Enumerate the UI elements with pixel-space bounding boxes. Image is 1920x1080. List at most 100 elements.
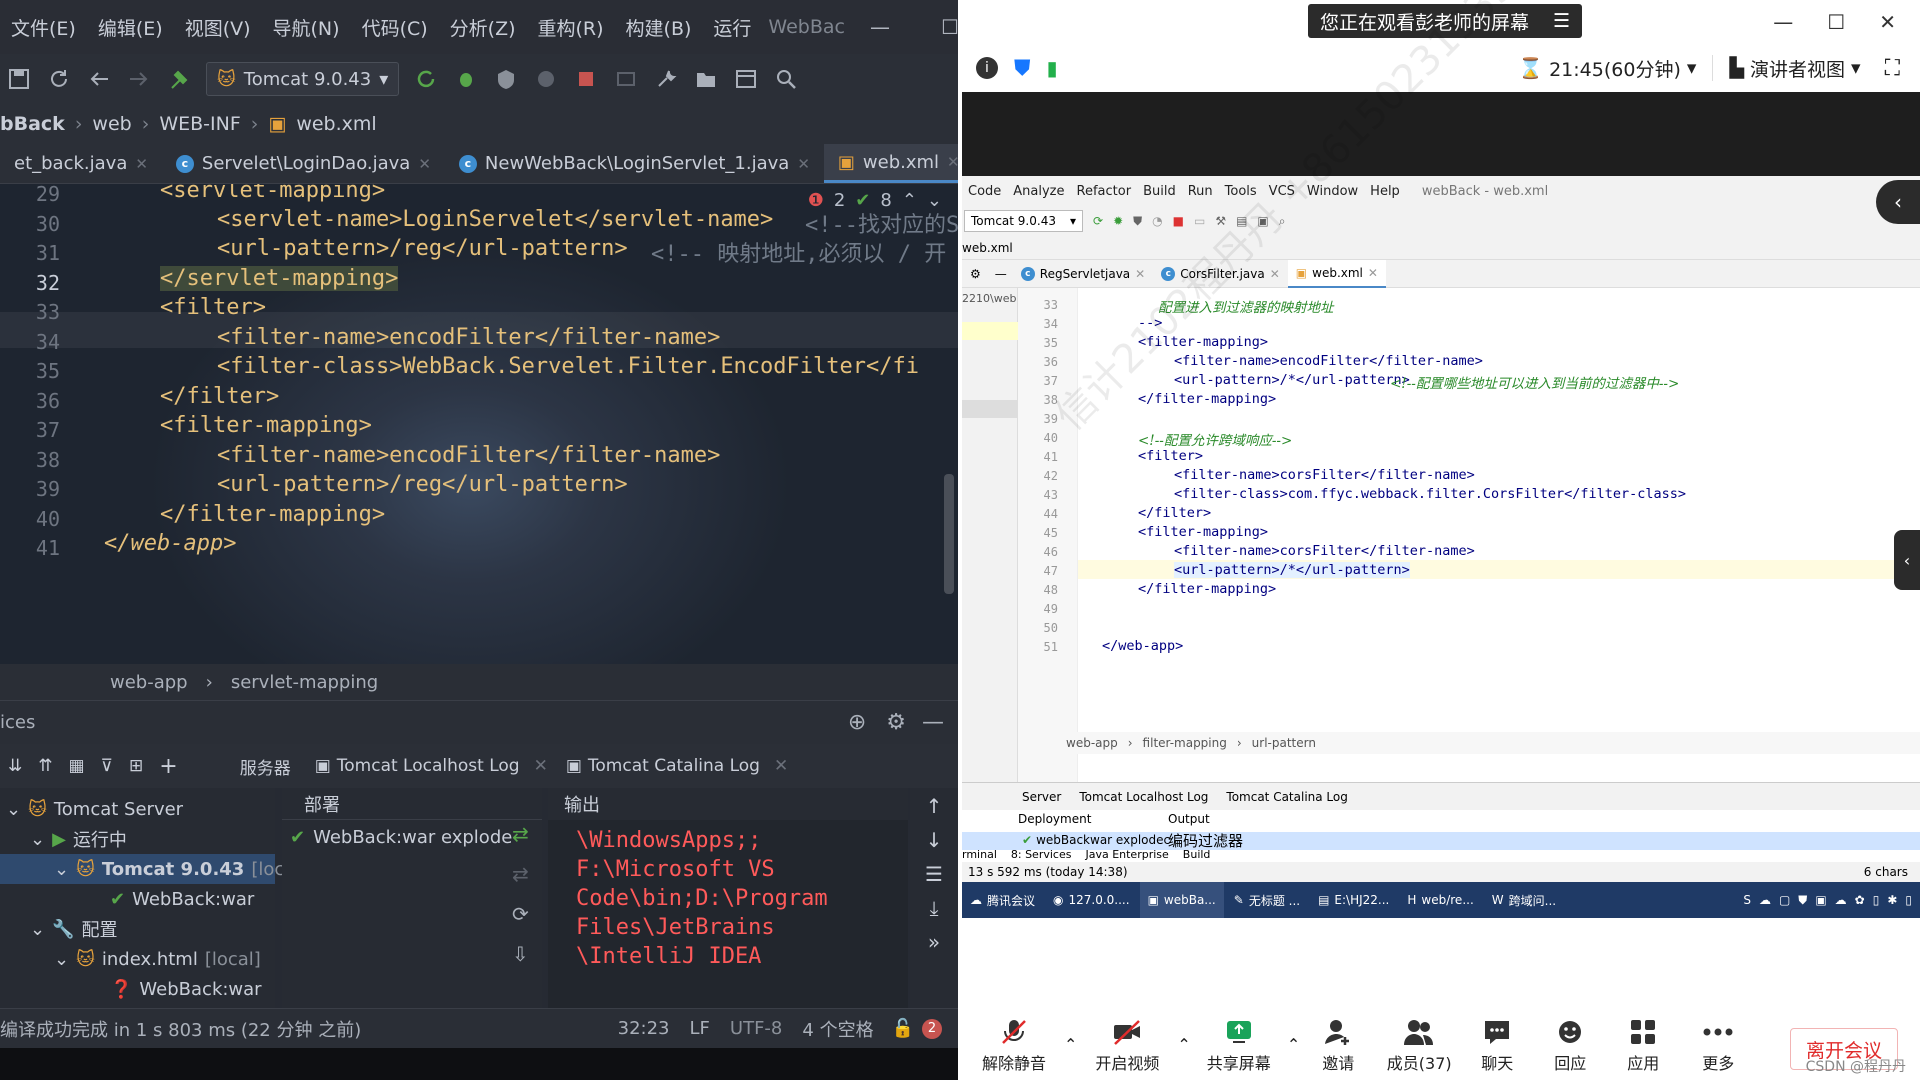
tree-node-index[interactable]: ⌄ 🐱 index.html [local] bbox=[54, 944, 261, 974]
meeting-timer[interactable]: 21:45(60分钟) bbox=[1543, 55, 1687, 82]
crumb-web-app[interactable]: web-app bbox=[110, 672, 188, 693]
filter-icon[interactable]: ⊽ bbox=[93, 756, 121, 776]
target-icon[interactable]: ⊕ bbox=[838, 710, 876, 735]
menu-analyze[interactable]: 分析(Z) bbox=[439, 14, 527, 41]
menu-file[interactable]: 文件(E) bbox=[0, 14, 87, 41]
menu-view[interactable]: 视图(V) bbox=[174, 14, 262, 41]
stop-icon[interactable] bbox=[573, 66, 599, 92]
tab-catalina-log[interactable]: Tomcat Catalina Log bbox=[582, 756, 766, 776]
chevron-up-icon[interactable]: ⌃ bbox=[1177, 1035, 1190, 1080]
menu-run[interactable]: 运行 bbox=[702, 14, 762, 41]
menu-edit[interactable]: 编辑(E) bbox=[87, 14, 174, 41]
deploy-icon[interactable]: ⇄ bbox=[512, 822, 529, 846]
undeploy-icon[interactable]: ⇄ bbox=[512, 862, 529, 886]
close-icon[interactable]: ✕ bbox=[797, 155, 810, 173]
scroll-down-icon[interactable]: ↓ bbox=[926, 828, 943, 852]
chevron-up-icon[interactable]: ⌃ bbox=[1064, 1035, 1077, 1080]
collapse-all-icon[interactable]: ⇈ bbox=[30, 756, 60, 776]
settings-wrench-icon[interactable] bbox=[653, 66, 679, 92]
tab-back-java[interactable]: et_back.java ✕ bbox=[0, 144, 162, 183]
view-mode-select[interactable]: 演讲者视图 bbox=[1744, 55, 1851, 82]
deployment-item[interactable]: ✔ WebBack:war explode bbox=[282, 820, 542, 854]
update-icon[interactable]: ⇩ bbox=[512, 942, 529, 966]
expand-all-icon[interactable]: ⇊ bbox=[0, 756, 30, 776]
tree-node-tomcat-instance[interactable]: ⌄ 🐱 Tomcat 9.0.43 [loca bbox=[0, 854, 295, 884]
tree-node-running[interactable]: ⌄ ▶ 运行中 bbox=[30, 824, 127, 854]
unmute-button[interactable]: 解除静音 bbox=[964, 1008, 1064, 1080]
back-arrow-icon[interactable] bbox=[86, 66, 112, 92]
start-video-button[interactable]: 开启视频 bbox=[1077, 1008, 1177, 1080]
close-icon[interactable]: ✕ bbox=[418, 155, 431, 173]
profile-icon[interactable] bbox=[533, 66, 559, 92]
tree-node-config[interactable]: ⌄ 🔧 配置 bbox=[30, 914, 118, 944]
coverage-icon[interactable] bbox=[493, 66, 519, 92]
project-structure-icon[interactable] bbox=[693, 66, 719, 92]
invite-button[interactable]: 邀请 bbox=[1300, 1008, 1376, 1080]
lock-icon[interactable]: 🔓 bbox=[884, 1018, 922, 1039]
signal-icon[interactable]: ▮ bbox=[1047, 56, 1058, 80]
indent-setting[interactable]: 4 个空格 bbox=[792, 1016, 883, 1042]
menu-build[interactable]: 构建(B) bbox=[615, 14, 703, 41]
rerun-icon[interactable] bbox=[413, 66, 439, 92]
chevron-down-icon[interactable]: ▾ bbox=[1687, 57, 1697, 79]
crumb-file[interactable]: web.xml bbox=[296, 113, 376, 135]
file-encoding[interactable]: UTF-8 bbox=[720, 1018, 792, 1039]
info-icon[interactable]: i bbox=[976, 57, 998, 79]
run-configuration-select[interactable]: 🐱 Tomcat 9.0.43 ▾ bbox=[206, 62, 400, 96]
fullscreen-icon[interactable]: ⛶ bbox=[1861, 56, 1920, 81]
more-button[interactable]: 更多 bbox=[1678, 1008, 1758, 1080]
debug-bug-icon[interactable] bbox=[453, 66, 479, 92]
code-editor[interactable]: ❶2 ✔8 ⌃⌄ 28 29 30 31 32 33 34 35 36 37 3… bbox=[0, 184, 958, 664]
chat-button[interactable]: 聊天 bbox=[1462, 1008, 1532, 1080]
crumb-webinf[interactable]: WEB-INF bbox=[159, 113, 240, 135]
tree-node-artifact-2[interactable]: ❓ WebBack:war bbox=[110, 974, 262, 1004]
add-icon[interactable]: + bbox=[151, 754, 185, 779]
chevron-down-icon[interactable]: ▾ bbox=[1851, 57, 1861, 79]
close-icon[interactable]: ✕ bbox=[947, 153, 958, 171]
maximize-icon[interactable]: ☐ bbox=[1827, 10, 1845, 34]
shield-icon[interactable]: ⛊ bbox=[1014, 56, 1031, 81]
close-icon[interactable]: ✕ bbox=[526, 756, 556, 776]
tab-webxml[interactable]: ▣ web.xml ✕ bbox=[823, 144, 958, 183]
caret-position[interactable]: 32:23 bbox=[608, 1018, 680, 1039]
menu-code[interactable]: 代码(C) bbox=[351, 14, 439, 41]
close-icon[interactable]: ✕ bbox=[135, 155, 148, 173]
minimize-icon[interactable]: — bbox=[1773, 10, 1793, 34]
refresh-icon[interactable] bbox=[46, 66, 72, 92]
tab-logindao[interactable]: c Servelet\LoginDao.java ✕ bbox=[162, 144, 445, 183]
maximize-icon[interactable]: ☐ bbox=[915, 15, 958, 39]
line-separator[interactable]: LF bbox=[680, 1018, 720, 1039]
minimize-icon[interactable]: — bbox=[845, 15, 915, 39]
crumb-servlet-mapping[interactable]: servlet-mapping bbox=[231, 672, 378, 693]
react-button[interactable]: 回应 bbox=[1532, 1008, 1608, 1080]
share-screen-button[interactable]: 共享屏幕 bbox=[1191, 1008, 1287, 1080]
search-icon[interactable] bbox=[773, 66, 799, 92]
crumb-project[interactable]: bBack bbox=[0, 113, 65, 135]
apps-button[interactable]: 应用 bbox=[1608, 1008, 1678, 1080]
members-button[interactable]: 成员(37) bbox=[1376, 1008, 1462, 1080]
gear-icon[interactable]: ⚙ bbox=[876, 710, 916, 735]
scroll-up-icon[interactable]: ↑ bbox=[926, 794, 943, 818]
tab-server[interactable]: 服务器 bbox=[226, 754, 305, 779]
collapse-panel-icon[interactable]: ‹ bbox=[1876, 180, 1920, 224]
tree-node-artifact[interactable]: ✔ WebBack:war bbox=[110, 884, 254, 914]
scroll-to-end-icon[interactable]: ⤓ bbox=[930, 896, 939, 920]
menu-navigate[interactable]: 导航(N) bbox=[262, 14, 351, 41]
output-console[interactable]: 输出 \WindowsApps;; F:\Microsoft VS Code\b… bbox=[548, 788, 908, 1008]
crumb-web[interactable]: web bbox=[92, 113, 131, 135]
redeploy-icon[interactable]: ⟳ bbox=[512, 902, 529, 926]
hide-panel-icon[interactable]: — bbox=[916, 710, 958, 735]
tree-node-tomcat-server[interactable]: ⌄ 🐱 Tomcat Server bbox=[6, 794, 183, 824]
menu-icon[interactable]: ☰ bbox=[1553, 10, 1570, 32]
new-tab-icon[interactable]: ⊞ bbox=[121, 756, 151, 776]
editor-scrollbar[interactable] bbox=[944, 474, 954, 594]
layout-icon[interactable] bbox=[733, 66, 759, 92]
close-icon[interactable]: ✕ bbox=[766, 756, 796, 776]
build-hammer-icon[interactable] bbox=[166, 66, 192, 92]
side-drawer-handle-icon[interactable]: ‹ bbox=[1894, 530, 1920, 590]
forward-arrow-icon[interactable] bbox=[126, 66, 152, 92]
notification-badge[interactable]: 2 bbox=[922, 1018, 942, 1039]
save-icon[interactable] bbox=[6, 66, 32, 92]
attach-icon[interactable] bbox=[613, 66, 639, 92]
more-icon[interactable]: » bbox=[928, 930, 940, 954]
